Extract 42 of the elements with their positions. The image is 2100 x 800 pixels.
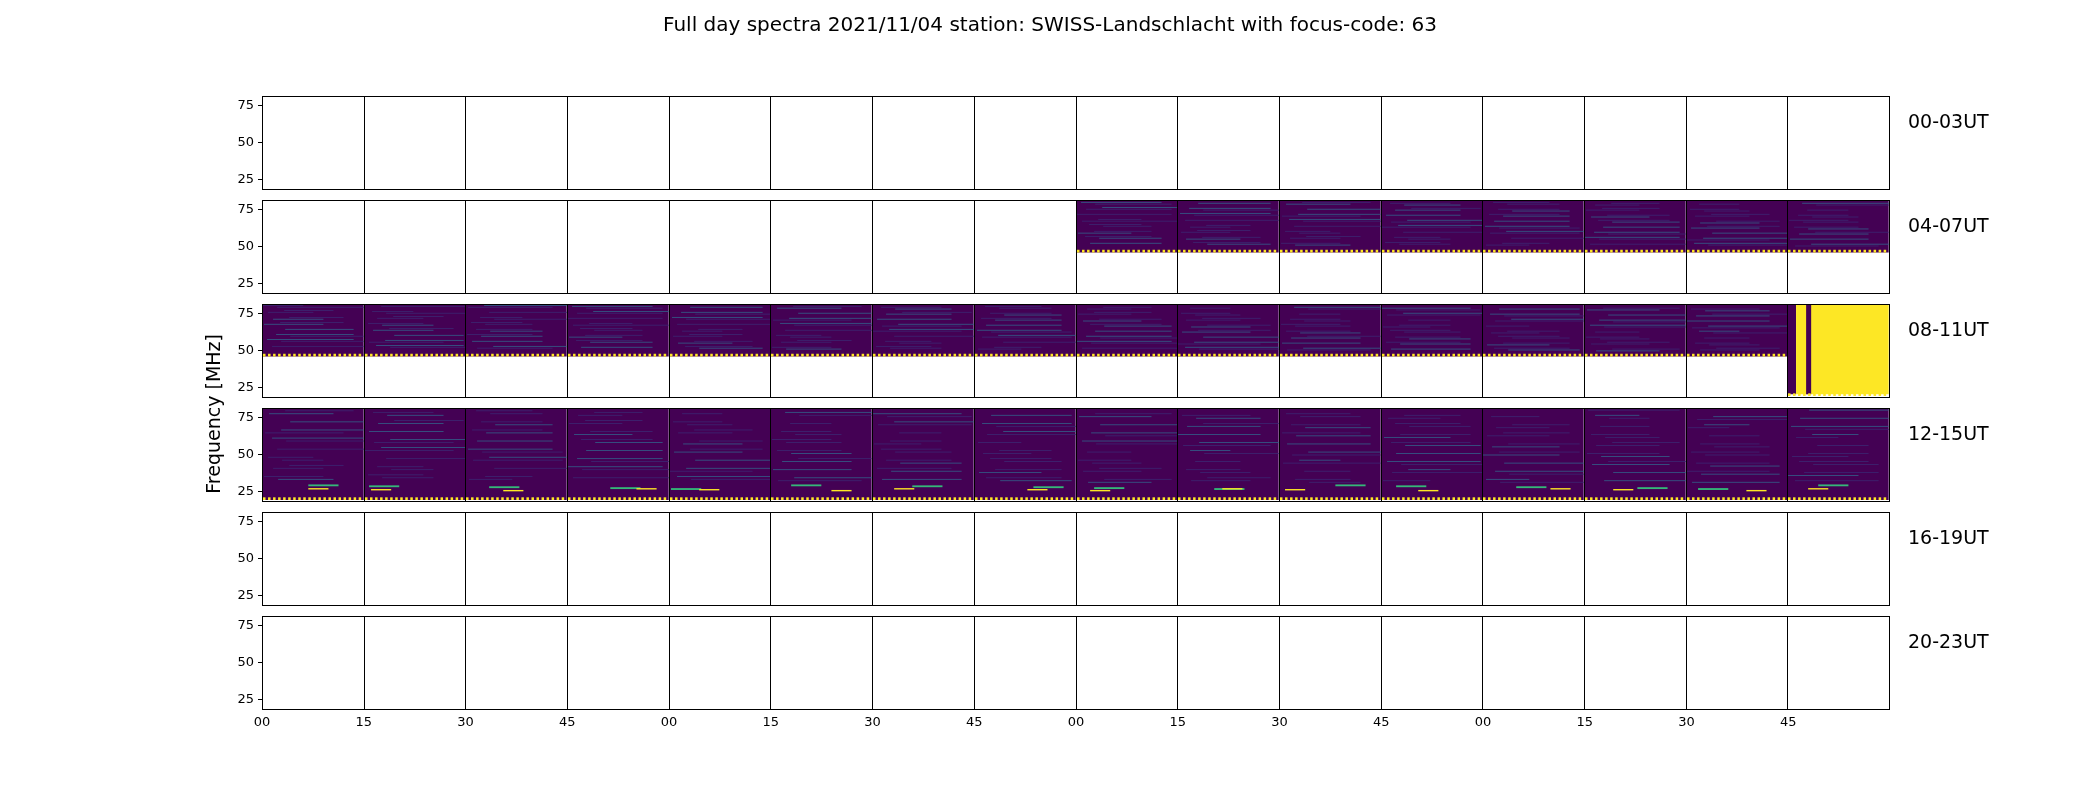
y-tick-label: 50 xyxy=(237,343,254,358)
y-tick-label: 75 xyxy=(237,618,254,633)
x-tick-label: 45 xyxy=(1780,714,1797,729)
y-axis-label: Frequency [MHz] xyxy=(202,334,224,494)
x-tick-label: 30 xyxy=(1678,714,1695,729)
y-tick-label: 25 xyxy=(237,588,254,603)
x-tick-label: 30 xyxy=(864,714,881,729)
figure-title: Full day spectra 2021/11/04 station: SWISS-Landschlacht with focus-code: 63 xyxy=(663,12,1437,36)
row-label: 16-19UT xyxy=(1907,526,1990,548)
row-label: 04-07UT xyxy=(1907,214,1990,236)
x-tick-label: 45 xyxy=(1373,714,1390,729)
x-tick-label: 30 xyxy=(457,714,474,729)
y-tick-label: 50 xyxy=(237,239,254,254)
x-tick-label: 00 xyxy=(1067,714,1085,729)
x-tick-label: 00 xyxy=(660,714,678,729)
y-tick-label: 75 xyxy=(237,306,254,321)
x-tick-label: 15 xyxy=(1169,714,1186,729)
x-tick-label: 15 xyxy=(355,714,372,729)
row-label: 12-15UT xyxy=(1907,422,1990,444)
x-tick-label: 45 xyxy=(966,714,983,729)
x-tick-label: 30 xyxy=(1271,714,1288,729)
y-tick-label: 75 xyxy=(237,410,254,425)
y-tick-label: 75 xyxy=(237,514,254,529)
y-tick-label: 50 xyxy=(237,135,254,150)
y-tick-label: 25 xyxy=(237,380,254,395)
row-label: 08-11UT xyxy=(1907,318,1990,340)
y-tick-label: 25 xyxy=(237,172,254,187)
x-tick-label: 15 xyxy=(762,714,779,729)
y-tick-label: 50 xyxy=(237,655,254,670)
x-tick-label: 00 xyxy=(1474,714,1492,729)
y-tick-label: 25 xyxy=(237,276,254,291)
y-tick-label: 50 xyxy=(237,447,254,462)
y-tick-label: 25 xyxy=(237,692,254,707)
row-label: 00-03UT xyxy=(1907,110,1990,132)
y-tick-label: 75 xyxy=(237,202,254,217)
x-tick-label: 15 xyxy=(1576,714,1593,729)
x-tick-label: 00 xyxy=(253,714,271,729)
y-tick-label: 75 xyxy=(237,98,254,113)
x-tick-label: 45 xyxy=(559,714,576,729)
y-tick-label: 25 xyxy=(237,484,254,499)
row-label: 20-23UT xyxy=(1907,630,1990,652)
y-tick-label: 50 xyxy=(237,551,254,566)
